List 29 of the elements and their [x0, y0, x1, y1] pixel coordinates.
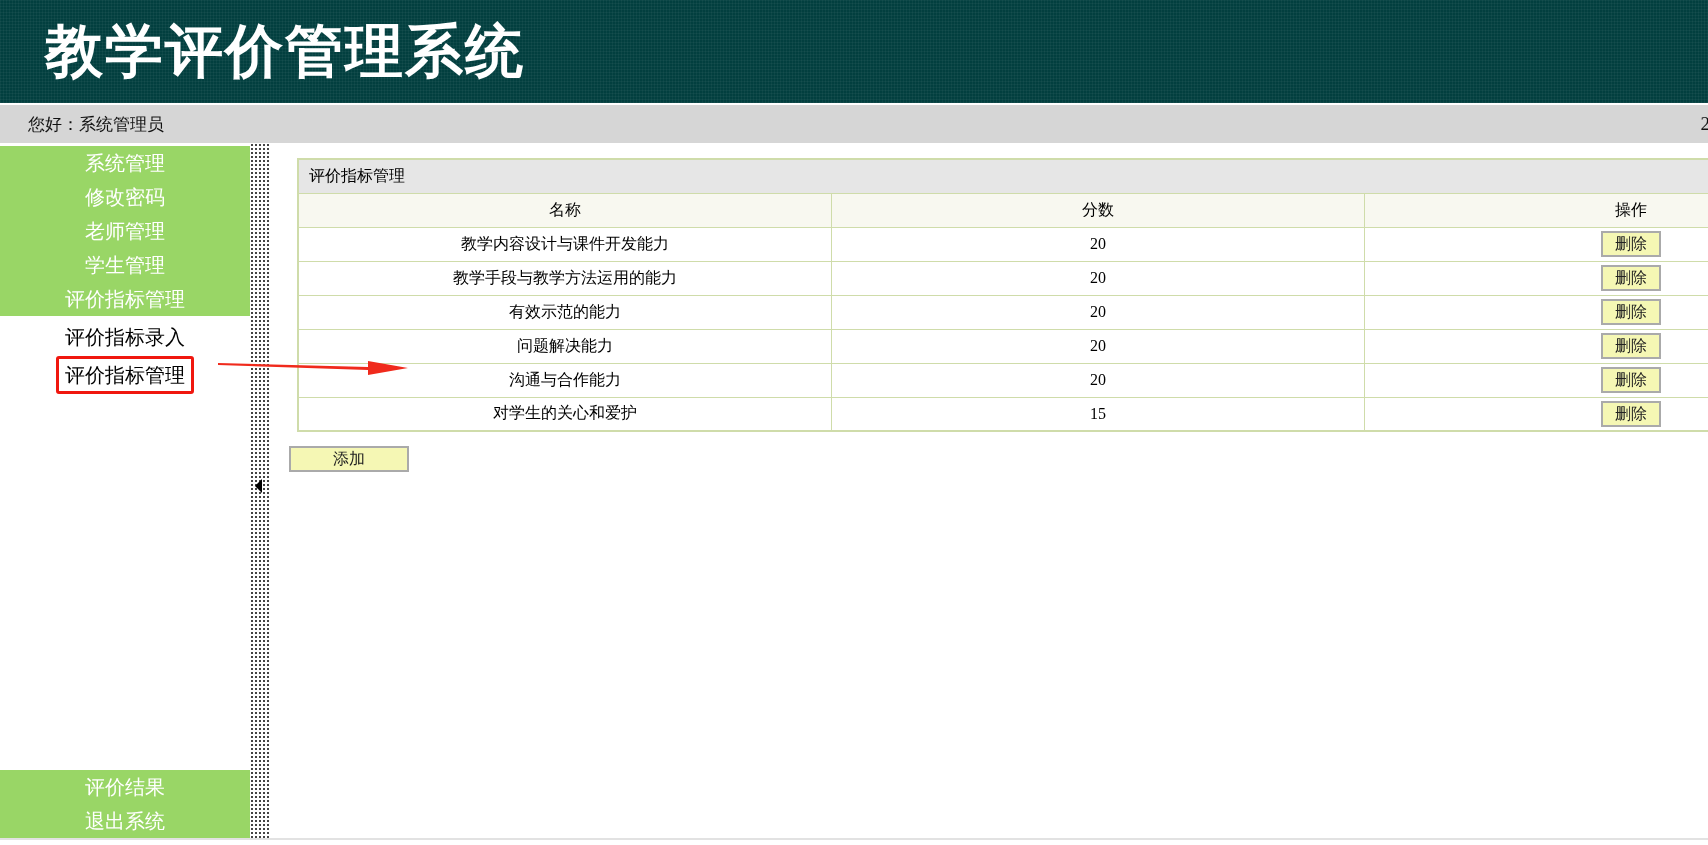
table-cell: 问题解决能力: [298, 329, 832, 363]
table-cell: 20: [831, 329, 1365, 363]
table-cell: 20: [831, 363, 1365, 397]
table-cell: 对学生的关心和爱护: [298, 397, 832, 431]
table-cell: 教学手段与教学方法运用的能力: [298, 261, 832, 295]
column-header: 名称: [298, 193, 832, 227]
column-header: 操作: [1364, 193, 1708, 227]
splitter-bar[interactable]: [250, 143, 270, 838]
table-cell: 沟通与合作能力: [298, 363, 832, 397]
delete-button[interactable]: 删除: [1600, 333, 1661, 359]
delete-button[interactable]: 删除: [1600, 400, 1661, 427]
delete-button[interactable]: 删除: [1600, 231, 1661, 257]
greeting-text: 您好：系统管理员: [28, 113, 164, 136]
submenu-item[interactable]: 评价指标录入: [56, 318, 194, 356]
submenu-item[interactable]: 评价指标管理: [56, 356, 194, 394]
app-title: 教学评价管理系统: [45, 17, 525, 86]
table-cell: 有效示范的能力: [298, 295, 832, 329]
table-cell: 教学内容设计与课件开发能力: [298, 227, 832, 261]
add-button[interactable]: 添加: [289, 446, 409, 472]
panel-title: 评价指标管理: [298, 159, 1708, 193]
table-cell: 15: [831, 397, 1365, 431]
delete-button[interactable]: 删除: [1600, 299, 1661, 325]
delete-button[interactable]: 删除: [1600, 265, 1661, 291]
table-cell: 20: [831, 295, 1365, 329]
table-cell: 20: [831, 227, 1365, 261]
column-header: 分数: [831, 193, 1365, 227]
collapse-arrow-icon[interactable]: [255, 478, 262, 493]
table-cell: 20: [831, 261, 1365, 295]
delete-button[interactable]: 删除: [1600, 367, 1661, 393]
